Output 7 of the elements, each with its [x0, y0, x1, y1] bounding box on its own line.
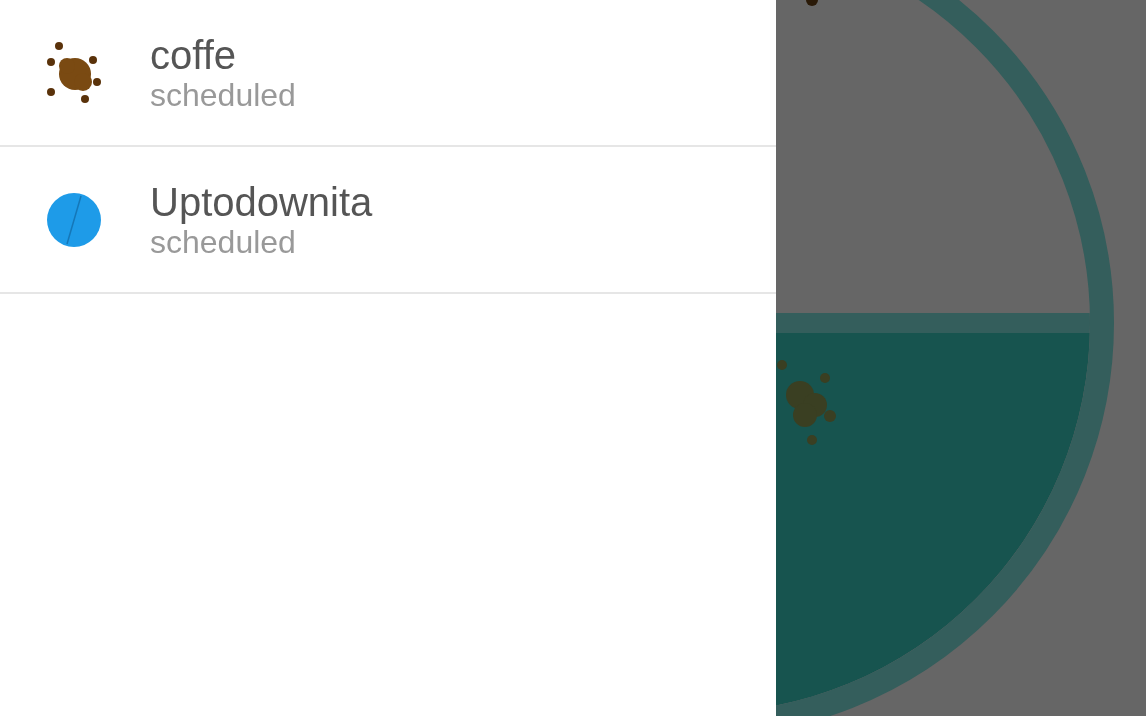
item-status: scheduled — [150, 223, 296, 260]
item-title: Uptodownita — [150, 179, 373, 224]
item-status: scheduled — [150, 76, 296, 113]
item-title: coffe — [150, 32, 237, 77]
pill-icon — [45, 190, 103, 249]
drawer-item[interactable]: Uptodownita scheduled — [0, 147, 776, 294]
drawer-item[interactable]: coffe scheduled — [0, 0, 776, 147]
